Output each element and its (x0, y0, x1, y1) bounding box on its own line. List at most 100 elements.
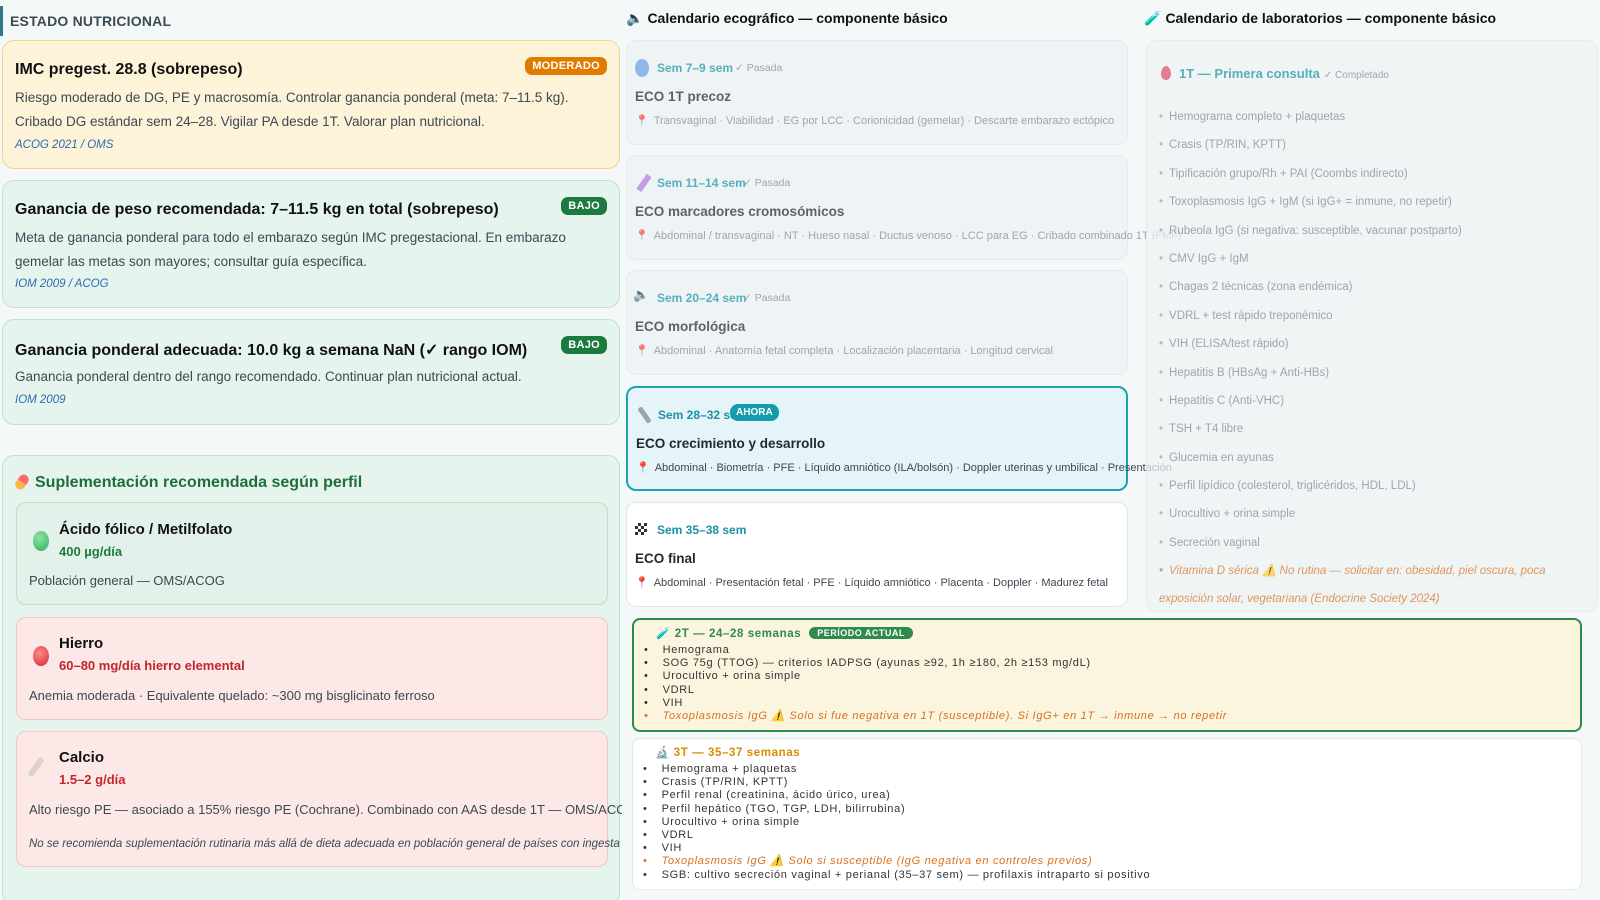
bmi-card: IMC pregest. 28.8 (sobrepeso) MODERADO R… (2, 40, 620, 169)
supplement-card-calcium: Calcio 1.5–2 g/día Alto riesgo PE — asoc… (16, 731, 622, 867)
supplement-card-iron: Hierro 60–80 mg/día hierro elemental Ane… (16, 617, 608, 720)
lab-item: SGB: cultivo secreción vaginal + periana… (643, 869, 1150, 882)
lab-item: CMV IgG + IgM (1159, 245, 1589, 273)
eco-status: ✓ Pasada (743, 292, 791, 304)
now-badge: AHORA (730, 404, 779, 421)
lab-item: Urocultivo + orina simple (644, 670, 1227, 683)
nutrition-panel: ESTADO NUTRICIONAL IMC pregest. 28.8 (so… (0, 0, 622, 900)
lab-2t-list: Hemograma SOG 75g (TTOG) — criterios IAD… (644, 644, 1227, 723)
lab-item: Urocultivo + orina simple (1159, 500, 1589, 528)
lab-item: Urocultivo + orina simple (643, 816, 1150, 829)
supplement-note: No se recomienda suplementación rutinari… (29, 838, 622, 850)
eco-detail: 📍 Abdominal / transvaginal · NT · Hueso n… (635, 230, 1182, 242)
pin-icon: 📍 (635, 577, 649, 589)
eco-item-current[interactable]: Sem 28–32 sem AHORA ECO crecimiento y de… (626, 386, 1172, 491)
eco-week: Sem 20–24 sem (657, 291, 747, 305)
checkered-flag-icon (635, 523, 647, 535)
lab-calendar-title: 🧪 Calendario de laboratorios — componente… (1144, 10, 1497, 26)
lab-item: SOG 75g (TTOG) — criterios IADPSG (ayuna… (644, 657, 1227, 670)
eco-detail: 📍 Abdominal · Biometría · PFE · Líquido a… (636, 462, 1172, 474)
supplement-name: Hierro (59, 635, 104, 652)
ruler-icon (637, 406, 652, 424)
lab-3t-panel: 🔬 3T — 35–37 semanas Hemograma + plaquet… (632, 738, 1582, 890)
weight-status-card: Ganancia ponderal adecuada: 10.0 kg a se… (2, 319, 620, 425)
section-title: ESTADO NUTRICIONAL (0, 6, 171, 36)
ultrasound-calendar: 🔈 Calendario ecográfico — componente bási… (622, 0, 1182, 615)
supplement-desc: Anemia moderada · Equivalente quelado: ~… (29, 688, 435, 703)
eco-item[interactable]: Sem 35–38 sem ECO final 📍 Abdominal · Pre… (626, 502, 1128, 607)
eco-title: ECO 1T precoz (635, 89, 732, 104)
blood-drop-icon (1161, 66, 1171, 80)
lab-item: Toxoplasmosis IgG + IgM (si IgG+ = inmun… (1159, 188, 1589, 216)
eco-status: ✓ Pasada (743, 177, 791, 189)
lab-item: Hemograma completo + plaquetas (1159, 103, 1589, 131)
lab-item: Crasis (TP/RIN, KPTT) (1159, 131, 1589, 159)
lab-item: Rubeola IgG (si negativa: susceptible, v… (1159, 217, 1589, 245)
bone-icon (27, 756, 45, 778)
lab-item: Hemograma + plaquetas (643, 763, 1150, 776)
eco-item[interactable]: Sem 11–14 sem ✓ Pasada ECO marcadores cr… (626, 155, 1182, 260)
dna-icon (636, 173, 652, 193)
lab-item: Perfil lipídico (colesterol, triglicérid… (1159, 472, 1589, 500)
lab-1t-heading: 1T — Primera consulta ✓ Completado (1161, 66, 1389, 81)
eco-week: Sem 35–38 sem (657, 523, 747, 537)
card-reference: IOM 2009 / ACOG (15, 278, 109, 290)
lab-item: VDRL + test rápido treponémico (1159, 302, 1589, 330)
green-pill-icon (33, 531, 49, 551)
speaker-icon: 🔈 (626, 10, 644, 26)
risk-badge: BAJO (561, 336, 607, 354)
weight-gain-card: Ganancia de peso recomendada: 7–11.5 kg … (2, 180, 620, 308)
card-title: IMC pregest. 28.8 (sobrepeso) (15, 61, 243, 78)
eco-title: ECO final (635, 551, 696, 566)
lab-3t-heading: 🔬 3T — 35–37 semanas (655, 747, 801, 759)
ultrasound-calendar-title: 🔈 Calendario ecográfico — componente bási… (626, 10, 948, 26)
card-reference: IOM 2009 (15, 394, 66, 406)
eco-week: Sem 7–9 sem (657, 61, 734, 75)
lab-item: VDRL (643, 829, 1150, 842)
red-pill-icon (33, 646, 49, 666)
lab-item: Glucemia en ayunas (1159, 444, 1589, 472)
lab-item: Secreción vaginal (1159, 529, 1589, 557)
lab-3t-list: Hemograma + plaquetas Crasis (TP/RIN, KP… (643, 763, 1150, 882)
lab-item: Hepatitis C (Anti-VHC) (1159, 387, 1589, 415)
supplementation-title: Suplementación recomendada según perfil (13, 472, 362, 492)
eco-title: ECO marcadores cromosómicos (635, 204, 845, 219)
lab-item: Chagas 2 técnicas (zona endémica) (1159, 273, 1589, 301)
lab-item: Hepatitis B (HBsAg + Anti-HBs) (1159, 359, 1589, 387)
lab-item: Tipificación grupo/Rh + PAI (Coombs indi… (1159, 160, 1589, 188)
lab-2t-panel: 🧪 2T — 24–28 semanasPERÍODO ACTUAL Hemog… (632, 618, 1582, 732)
lab-1t-list: Hemograma completo + plaquetas Crasis (T… (1159, 103, 1589, 613)
test-tube-icon: 🧪 (656, 628, 675, 640)
eco-detail: 📍 Abdominal · Presentación fetal · PFE · … (635, 577, 1108, 589)
lab-item: VIH (ELISA/test rápido) (1159, 330, 1589, 358)
card-text: Riesgo moderado de DG, PE y macrosomía. … (15, 90, 569, 129)
eco-title: ECO morfológica (635, 319, 746, 334)
lab-item: VDRL (644, 684, 1227, 697)
eco-detail: 📍 Abdominal · Anatomía fetal completa · L… (635, 345, 1053, 357)
drop-icon (635, 59, 649, 77)
lab-1t-panel: 1T — Primera consulta✓ Completado Hemogr… (1146, 40, 1598, 612)
risk-badge: BAJO (561, 197, 607, 215)
speaker-icon: 🔈 (633, 287, 650, 302)
supplement-name: Ácido fólico / Metilfolato (59, 521, 233, 538)
card-title: Ganancia de peso recomendada: 7–11.5 kg … (15, 201, 499, 218)
eco-item[interactable]: 🔈 Sem 20–24 sem ✓ Pasada ECO morfológica… (626, 270, 1128, 375)
pin-icon: 📍 (636, 462, 650, 474)
supplement-dose: 400 µg/día (59, 544, 123, 559)
pin-icon: 📍 (635, 345, 649, 357)
lab-item: Crasis (TP/RIN, KPTT) (643, 776, 1150, 789)
eco-item[interactable]: Sem 7–9 sem ✓ Pasada ECO 1T precoz 📍 Tran… (626, 40, 1128, 145)
lab-item-warning: Vitamina D sérica ⚠️ No rutina — solicit… (1159, 557, 1589, 613)
risk-badge: MODERADO (525, 57, 607, 75)
lab-item-warning: Toxoplasmosis IgG ⚠️ Solo si susceptible… (643, 855, 1150, 868)
lab-calendar: 🧪 Calendario de laboratorios — componente… (1142, 0, 1600, 615)
pin-icon: 📍 (635, 115, 649, 127)
card-text: Meta de ganancia ponderal para todo el e… (15, 230, 566, 269)
eco-title: ECO crecimiento y desarrollo (636, 436, 826, 451)
lab-item: VIH (644, 697, 1227, 710)
card-text: Ganancia ponderal dentro del rango recom… (15, 369, 522, 384)
supplement-card-folic: Ácido fólico / Metilfolato 400 µg/día Po… (16, 502, 608, 605)
eco-week: Sem 11–14 sem (657, 176, 746, 190)
supplement-desc: Alto riesgo PE — asociado a 155% riesgo … (29, 802, 622, 817)
eco-detail: 📍 Transvaginal · Viabilidad · EG por LCC … (635, 115, 1115, 127)
